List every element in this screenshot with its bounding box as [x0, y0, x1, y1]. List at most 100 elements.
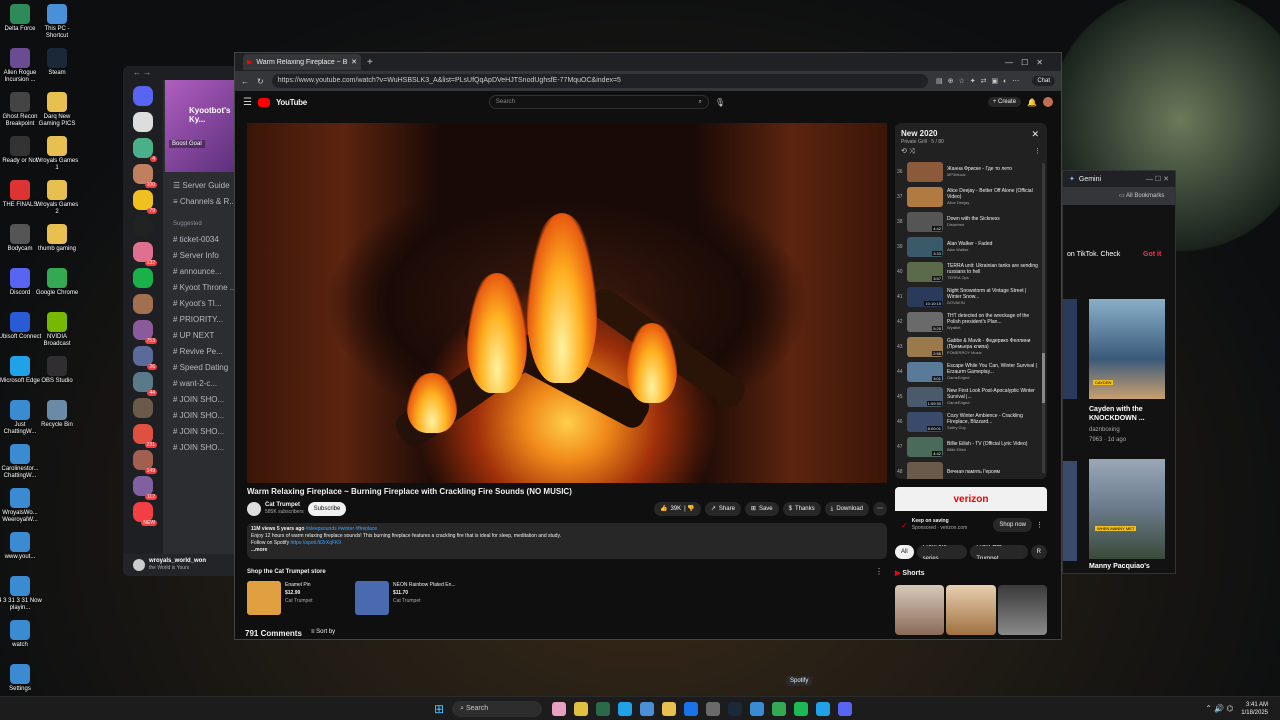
shop-more-icon[interactable]: ⋮	[875, 567, 883, 576]
tab-youtube[interactable]: ▶ Warm Relaxing Fireplace ~ B... ✕	[243, 54, 361, 70]
filter-chip[interactable]: From the series	[916, 545, 968, 559]
more-icon[interactable]: ⋮	[1034, 147, 1041, 155]
product-card[interactable]: NEON Rainbow Plated En... $11.70 Cat Trump…	[355, 581, 456, 615]
window-controls[interactable]: —☐✕	[1005, 58, 1051, 67]
channel-item[interactable]: # Revive Pe...	[165, 344, 238, 360]
playlist-item[interactable]: 42 5:25 THT detected on the wreckage of th…	[895, 309, 1047, 334]
hashtags[interactable]: #sleepsounds #winter #fireplace	[306, 526, 377, 532]
taskbar-app-icon[interactable]	[794, 701, 809, 716]
desktop-icon[interactable]: Carolinestor... ChattingW...	[0, 444, 40, 488]
windows-start-icon[interactable]: ⊞	[434, 702, 444, 716]
desktop-icon[interactable]: Discord	[0, 268, 40, 312]
chat-button[interactable]: Chat	[1032, 76, 1055, 86]
taskbar-app-icon[interactable]	[618, 701, 633, 716]
desktop-icon[interactable]: Microsoft Edge	[0, 356, 40, 400]
shuffle-icon[interactable]: ⤨	[909, 148, 915, 155]
taskbar-search[interactable]: ⌕ Search	[452, 700, 543, 717]
taskbar-app-icon[interactable]	[838, 701, 853, 716]
desktop-icon[interactable]: Just ChattingW...	[0, 400, 40, 444]
taskbar-app-icon[interactable]	[706, 701, 721, 716]
taskbar-app-icon[interactable]	[772, 701, 787, 716]
desktop-icon[interactable]: Steam	[37, 48, 77, 92]
tray-icons[interactable]: ⌃ 🔊 ⌬	[1205, 704, 1233, 713]
bookmarks-bar[interactable]: ▭ All Bookmarks	[1063, 187, 1175, 205]
taskbar-app-icon[interactable]	[750, 701, 765, 716]
server-icon[interactable]	[133, 268, 153, 288]
channel-name[interactable]: daznboxing	[1089, 427, 1120, 433]
video-thumb-boxing[interactable]: CAYDEN	[1089, 299, 1165, 399]
sort-button[interactable]: ≡ Sort by	[311, 629, 335, 635]
subscribe-button[interactable]: Subscribe	[307, 502, 347, 516]
more-link[interactable]: ...more	[251, 547, 883, 554]
desktop-icon[interactable]: Wroyals Games 2	[36, 180, 78, 224]
taskbar-app-icon[interactable]	[816, 701, 831, 716]
taskbar-app-icon[interactable]	[574, 701, 589, 716]
video-thumb-left[interactable]	[1063, 299, 1077, 399]
close-icon[interactable]: ✕	[1031, 129, 1039, 140]
playlist-item[interactable]: 47 4:42 Billie Eilish - TV (Official Lyric…	[895, 434, 1047, 459]
desktop-icon[interactable]: Allen Rogue Incursion ...	[0, 48, 40, 92]
channel-avatar[interactable]	[247, 502, 261, 516]
server-icon[interactable]: 79	[133, 190, 157, 214]
youtube-logo-icon[interactable]	[257, 97, 270, 107]
channel-item[interactable]: # PRIORITY...	[165, 312, 238, 328]
shop-now-button[interactable]: Shop now	[993, 518, 1032, 532]
playlist-item[interactable]: 36 Жанна Фриске - Где то лето MP3Music	[895, 159, 1047, 184]
gemini-tab[interactable]: ✦ Gemini — ☐ ✕	[1063, 171, 1175, 187]
playlist-item[interactable]: 41 10:10:15 Night Snowstorm at Vintage Str…	[895, 284, 1047, 309]
desktop-icon[interactable]: 4 3 31 3 31 Now playin...	[0, 576, 42, 620]
server-icon[interactable]	[133, 112, 153, 132]
product-card[interactable]: Enamel Pin $12.99 Cat Trumpet	[247, 581, 313, 615]
desktop-icon[interactable]: Bodycam	[0, 224, 40, 268]
desktop-icon[interactable]: THE FINALS	[0, 180, 40, 224]
desktop-icon[interactable]: This PC - Shortcut	[37, 4, 77, 48]
filter-chip[interactable]: From Cat Trumpet	[970, 545, 1028, 559]
channel-item[interactable]: # want-2-c...	[165, 376, 238, 392]
channel-item[interactable]: # JOIN SHO...	[165, 440, 238, 456]
new-tab-button[interactable]: +	[367, 57, 373, 68]
reload-icon[interactable]: ↻	[257, 77, 264, 86]
server-icon[interactable]: 149	[133, 450, 157, 474]
playlist-item[interactable]: 48 Вечная память Героям	[895, 459, 1047, 479]
close-icon[interactable]: ✕	[351, 58, 357, 66]
short-thumb[interactable]	[997, 585, 1047, 635]
channel-item[interactable]: # Kyoot's TI...	[165, 296, 238, 312]
server-icon[interactable]	[133, 216, 153, 236]
desktop-icon[interactable]: OBS Studio	[37, 356, 77, 400]
server-icon[interactable]: 100	[133, 164, 157, 188]
desktop-icon[interactable]: Wroyals Games 1	[36, 136, 78, 180]
channel-item[interactable]: # Kyoot Throne ...	[165, 280, 238, 296]
playlist-item[interactable]: 37 Alice Deejay - Better Off Alone (Offic…	[895, 184, 1047, 209]
share-button[interactable]: ↗ Share	[704, 502, 741, 516]
desktop-icon[interactable]: Recycle Bin	[37, 400, 77, 444]
server-icon[interactable]: 753	[133, 320, 157, 344]
taskbar-app-icon[interactable]	[596, 701, 611, 716]
scroll-thumb[interactable]	[1042, 353, 1045, 403]
loop-icon[interactable]: ⟲	[901, 148, 907, 155]
playlist-item[interactable]: 45 1:09:30 New First Look Post-Apocalyptic…	[895, 384, 1047, 409]
server-icon[interactable]: NEW	[133, 502, 157, 526]
desktop-icon[interactable]: WroyalsWo... WeeroyalW...	[0, 488, 40, 532]
spotify-link[interactable]: https://spoti.fi/2rXqFK9	[290, 540, 341, 546]
channel-item[interactable]: # JOIN SHO...	[165, 392, 238, 408]
save-button[interactable]: ⊞ Save	[744, 502, 779, 516]
avatar[interactable]	[133, 559, 145, 571]
desktop-icon[interactable]: Ghost Recon Breakpoint	[0, 92, 40, 136]
desktop-icon[interactable]: NVIDIA Broadcast	[37, 312, 77, 356]
search-input[interactable]: Search ⌕	[488, 95, 709, 109]
server-icon[interactable]: 112	[133, 476, 157, 500]
channel-item[interactable]: # Speed Dating	[165, 360, 238, 376]
desktop-icon[interactable]: Ready or Not	[0, 136, 40, 180]
channel-item[interactable]: # Server Info	[165, 248, 238, 264]
desktop-icon[interactable]: Delta Force	[0, 4, 40, 48]
desktop-icon[interactable]: thumb gaming	[37, 224, 77, 268]
channel-item[interactable]: # JOIN SHO...	[165, 408, 238, 424]
video-thumb-left-2[interactable]	[1063, 461, 1077, 561]
playlist-item[interactable]: 40 3:57 TERRA unit: Ukrainian tanks are se…	[895, 259, 1047, 284]
short-thumb[interactable]	[895, 585, 945, 635]
video-player[interactable]	[247, 123, 887, 483]
more-button[interactable]: ⋯	[873, 502, 887, 516]
taskbar-app-icon[interactable]	[728, 701, 743, 716]
server-icon[interactable]: 132	[133, 242, 157, 266]
like-button[interactable]: 👍 39K | 👎	[653, 502, 701, 516]
